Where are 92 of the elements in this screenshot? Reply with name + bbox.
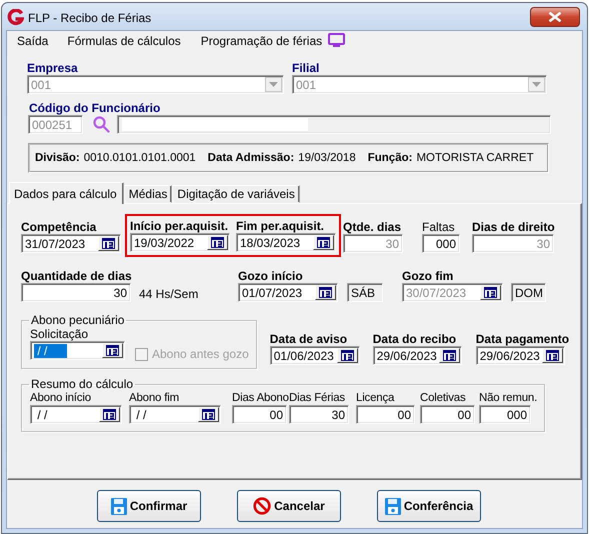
group-title: Abono pecuniário: [30, 313, 126, 327]
field-label: Solicitação: [30, 327, 88, 341]
calendar-icon: [106, 345, 119, 356]
field-label: Empresa: [27, 61, 78, 75]
field-label: Abono fim: [129, 391, 179, 405]
field-label: Faltas: [422, 220, 455, 234]
weekday-field: SÁB: [347, 283, 383, 302]
number-field[interactable]: 30: [21, 283, 131, 302]
date-field[interactable]: 18/03/2023: [236, 233, 336, 252]
calendar-button[interactable]: [315, 285, 336, 300]
date-field[interactable]: 01/07/2023: [238, 283, 338, 302]
calendar-icon: [340, 350, 354, 361]
search-icon[interactable]: [93, 116, 110, 133]
field-label: Código do Funcionário: [29, 101, 160, 115]
window-title: FLP - Recibo de Férias: [28, 10, 152, 24]
prohibited-icon: [253, 497, 272, 515]
calendar-icon: [546, 350, 559, 361]
field-label: Filial: [292, 61, 320, 75]
weekday-field: DOM: [511, 283, 546, 302]
calendar-button[interactable]: [207, 235, 228, 250]
field-label: Gozo fim: [402, 269, 454, 283]
number-field[interactable]: 00: [356, 405, 415, 424]
calendar-button[interactable]: [98, 236, 119, 251]
field-label: Coletivas: [420, 391, 466, 405]
calendar-icon: [102, 238, 115, 249]
tab[interactable]: Dados para cálculo: [9, 182, 124, 204]
date-field[interactable]: 31/07/2023: [21, 234, 121, 253]
date-field[interactable]: 29/06/2023: [372, 346, 462, 365]
field-label: Data de aviso: [270, 332, 348, 346]
calendar-button[interactable]: [198, 407, 219, 422]
close-button[interactable]: [530, 6, 580, 26]
calendar-icon: [211, 237, 224, 248]
field-label: Início per.aquisit.: [130, 219, 228, 233]
field-label: Data do recibo: [372, 332, 456, 346]
number-field[interactable]: 000: [479, 405, 531, 424]
date-field[interactable]: / /: [30, 341, 125, 360]
close-icon: [549, 12, 561, 22]
number-field[interactable]: 000: [422, 234, 460, 253]
calendar-icon: [319, 287, 332, 298]
menu-item[interactable]: Programação de férias: [196, 34, 328, 48]
checkbox-label: Abono antes gozo: [152, 347, 249, 361]
menu-item[interactable]: Fórmulas de cálculos: [62, 34, 186, 48]
action-button[interactable]: Cancelar: [237, 490, 341, 522]
calendar-icon: [317, 237, 330, 248]
number-field[interactable]: 30: [289, 405, 349, 424]
date-field[interactable]: 01/06/2023: [270, 346, 360, 365]
field-label: Qtde. dias: [343, 220, 402, 234]
info-value: MOTORISTA CARRET: [416, 152, 534, 164]
tab[interactable]: Médias: [124, 185, 172, 203]
action-button[interactable]: Conferência: [377, 490, 481, 522]
field-label: Não remun.: [479, 391, 538, 405]
tab[interactable]: Digitação de variáveis: [172, 185, 300, 203]
calendar-button[interactable]: [542, 348, 563, 363]
field-label: Abono início: [30, 391, 91, 405]
info-label: Função:: [368, 152, 412, 164]
date-field[interactable]: 19/03/2022: [130, 233, 230, 252]
field-label: Competência: [21, 220, 96, 234]
field-label: Dias Férias: [289, 391, 345, 405]
unit-label: 44 Hs/Sem: [139, 286, 198, 302]
field-label: Dias Abono: [232, 391, 289, 405]
action-button[interactable]: Confirmar: [97, 490, 201, 522]
logo-icon: [7, 9, 24, 26]
date-field[interactable]: 29/06/2023: [476, 346, 565, 365]
caret-icon: [269, 82, 278, 87]
field-label: Data pagamento: [476, 332, 570, 346]
menu-item[interactable]: Saída: [12, 34, 54, 48]
calendar-button[interactable]: [99, 407, 120, 422]
number-field[interactable]: 00: [232, 405, 287, 424]
calendar-button[interactable]: [313, 235, 334, 250]
date-field[interactable]: / /: [30, 405, 122, 424]
number-field[interactable]: 00: [420, 405, 475, 424]
calendar-button[interactable]: [336, 348, 358, 363]
date-field[interactable]: / /: [129, 405, 221, 424]
info-label: Divisão:: [35, 152, 80, 164]
calendar-icon: [202, 409, 215, 420]
calendar-icon: [103, 409, 116, 420]
calendar-button[interactable]: [438, 348, 460, 363]
calendar-icon: [484, 287, 497, 298]
caret-icon: [532, 82, 541, 87]
info-value: 0010.0101.0101.0001: [84, 152, 196, 164]
info-value: 19/03/2018: [298, 152, 356, 164]
monitor-icon[interactable]: [328, 33, 346, 48]
calendar-button[interactable]: [102, 343, 123, 358]
field-label: Quantidade de dias: [21, 269, 132, 283]
field-label: Dias de direito: [472, 220, 555, 234]
field-label: Gozo início: [238, 269, 303, 283]
field-label: Licença: [356, 391, 394, 405]
calendar-icon: [442, 350, 456, 361]
field-label: Fim per.aquisit.: [236, 219, 324, 233]
group-title: Resumo do cálculo: [30, 377, 134, 391]
info-label: Data Admissão:: [208, 152, 294, 164]
name-field[interactable]: [117, 115, 551, 134]
